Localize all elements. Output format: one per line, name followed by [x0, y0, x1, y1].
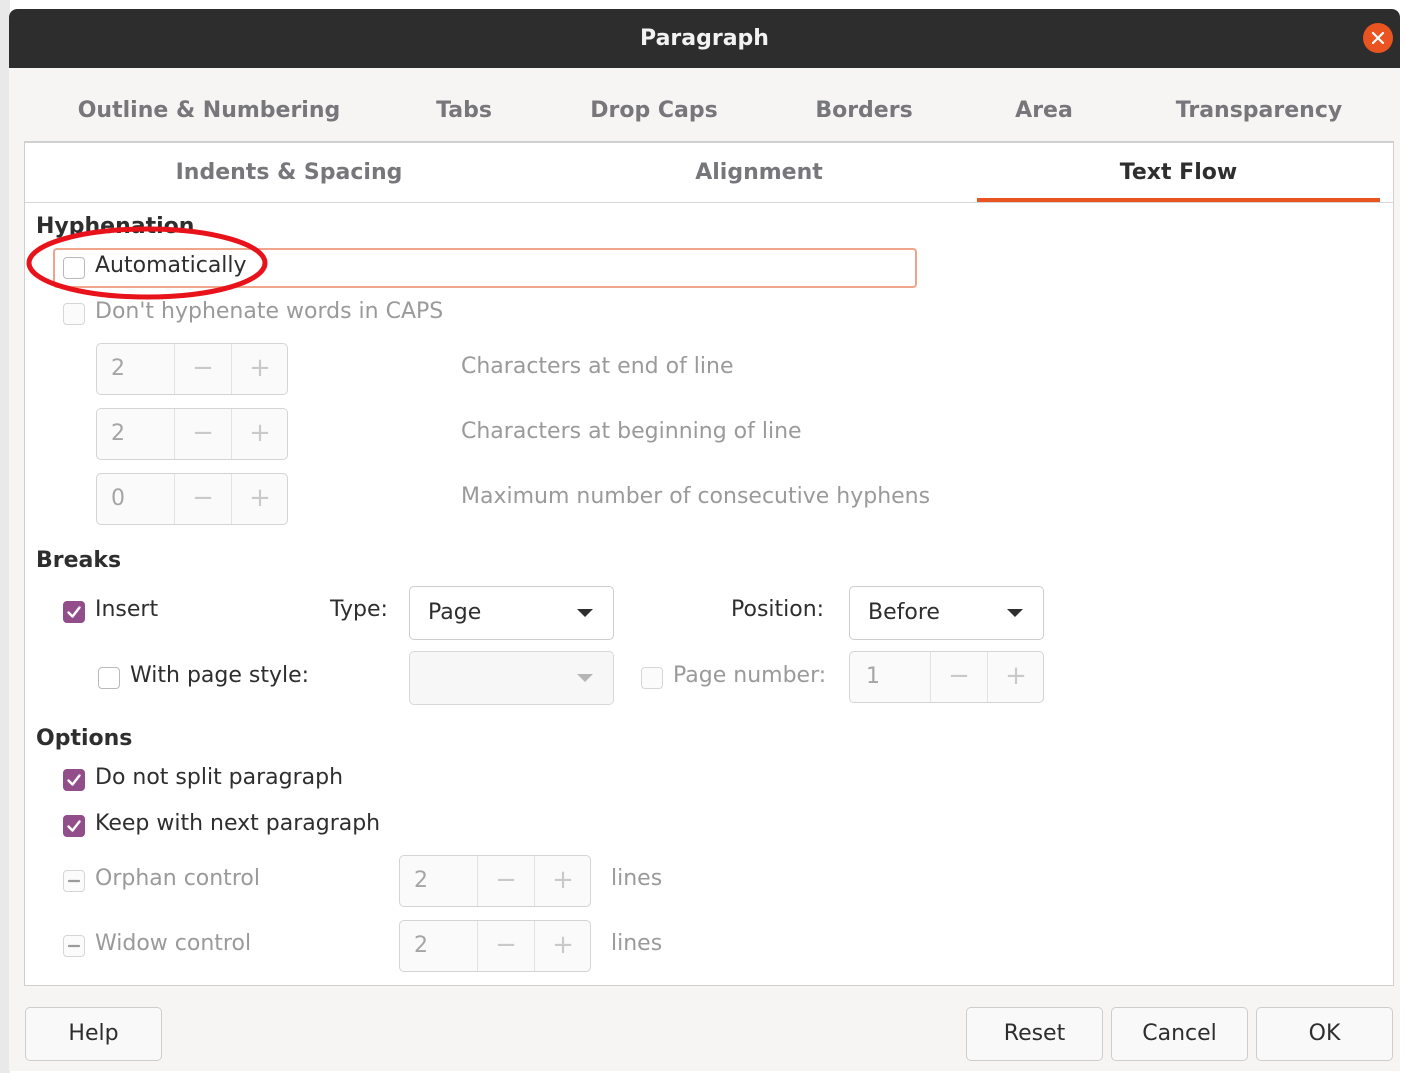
tab-separator [25, 202, 1393, 203]
indeterminate-icon [67, 879, 81, 883]
checkmark-icon [67, 774, 81, 786]
tab-alignment[interactable]: Alignment [609, 155, 909, 191]
widow-control-checkbox[interactable] [63, 935, 85, 957]
page-number-value[interactable]: 1 [866, 652, 880, 702]
increment-button[interactable]: + [535, 856, 591, 906]
chars-end-label: Characters at end of line [461, 354, 734, 379]
break-type-dropdown[interactable]: Page [409, 586, 614, 640]
orphan-control-checkbox[interactable] [63, 870, 85, 892]
cancel-button[interactable]: Cancel [1111, 1007, 1248, 1061]
keep-with-next-label[interactable]: Keep with next paragraph [95, 811, 380, 836]
insert-checkbox[interactable] [63, 601, 85, 623]
breaks-heading: Breaks [36, 548, 122, 573]
reset-button[interactable]: Reset [966, 1007, 1103, 1061]
max-hyphens-value[interactable]: 0 [111, 474, 125, 524]
close-icon [1371, 31, 1385, 45]
tab-text-flow[interactable]: Text Flow [977, 155, 1380, 191]
break-position-dropdown[interactable]: Before [849, 586, 1044, 640]
page-number-spinbox[interactable]: 1 − + [849, 651, 1044, 703]
ok-button[interactable]: OK [1256, 1007, 1393, 1061]
break-position-value: Before [868, 600, 940, 625]
decrement-button[interactable]: − [931, 652, 987, 702]
chars-begin-spinbox[interactable]: 2 − + [96, 408, 288, 460]
tab-indents-spacing[interactable]: Indents & Spacing [129, 155, 449, 191]
orphan-control-label: Orphan control [95, 866, 260, 891]
chars-end-value[interactable]: 2 [111, 344, 125, 394]
orphan-lines-value[interactable]: 2 [414, 856, 428, 906]
widow-control-label: Widow control [95, 931, 252, 956]
tab-drop-caps[interactable]: Drop Caps [569, 89, 739, 133]
tab-tabs[interactable]: Tabs [409, 89, 519, 133]
indeterminate-icon [67, 944, 81, 948]
chevron-down-icon [577, 609, 593, 617]
widow-lines-value[interactable]: 2 [414, 921, 428, 971]
tab-transparency[interactable]: Transparency [1159, 89, 1359, 133]
chars-begin-label: Characters at beginning of line [461, 419, 802, 444]
decrement-button[interactable]: − [175, 409, 231, 459]
do-not-split-checkbox[interactable] [63, 769, 85, 791]
with-page-style-checkbox[interactable] [98, 667, 120, 689]
tab-outline-numbering[interactable]: Outline & Numbering [64, 89, 354, 133]
chevron-down-icon [577, 674, 593, 682]
dont-hyphenate-caps-checkbox[interactable] [63, 303, 85, 325]
annotation-ellipse [26, 226, 268, 300]
do-not-split-label[interactable]: Do not split paragraph [95, 765, 343, 790]
increment-button[interactable]: + [232, 409, 288, 459]
orphan-lines-spinbox[interactable]: 2 − + [399, 855, 591, 907]
paragraph-dialog: Paragraph Outline & Numbering Tabs Drop … [9, 9, 1400, 1071]
chars-begin-value[interactable]: 2 [111, 409, 125, 459]
page-number-checkbox[interactable] [641, 667, 663, 689]
decrement-button[interactable]: − [175, 344, 231, 394]
widow-lines-unit: lines [611, 931, 663, 956]
insert-label[interactable]: Insert [95, 597, 158, 622]
close-button[interactable] [1363, 23, 1393, 53]
with-page-style-label[interactable]: With page style: [130, 663, 309, 688]
keep-with-next-checkbox[interactable] [63, 815, 85, 837]
tab-area[interactable]: Area [999, 89, 1089, 133]
help-button[interactable]: Help [25, 1007, 162, 1061]
chars-end-spinbox[interactable]: 2 − + [96, 343, 288, 395]
type-label: Type: [330, 597, 388, 622]
position-label: Position: [731, 597, 825, 622]
increment-button[interactable]: + [232, 474, 288, 524]
dialog-title: Paragraph [640, 26, 769, 51]
max-hyphens-label: Maximum number of consecutive hyphens [461, 484, 931, 509]
checkmark-icon [67, 606, 81, 618]
options-heading: Options [36, 726, 133, 751]
checkmark-icon [67, 820, 81, 832]
increment-button[interactable]: + [535, 921, 591, 971]
increment-button[interactable]: + [232, 344, 288, 394]
page-style-dropdown[interactable] [409, 651, 614, 705]
tab-borders[interactable]: Borders [799, 89, 929, 133]
max-hyphens-spinbox[interactable]: 0 − + [96, 473, 288, 525]
decrement-button[interactable]: − [478, 856, 534, 906]
orphan-lines-unit: lines [611, 866, 663, 891]
page-number-label: Page number: [673, 663, 827, 688]
widow-lines-spinbox[interactable]: 2 − + [399, 920, 591, 972]
chevron-down-icon [1007, 609, 1023, 617]
increment-button[interactable]: + [988, 652, 1044, 702]
break-type-value: Page [428, 600, 482, 625]
dont-hyphenate-caps-label: Don't hyphenate words in CAPS [95, 299, 444, 324]
decrement-button[interactable]: − [478, 921, 534, 971]
decrement-button[interactable]: − [175, 474, 231, 524]
